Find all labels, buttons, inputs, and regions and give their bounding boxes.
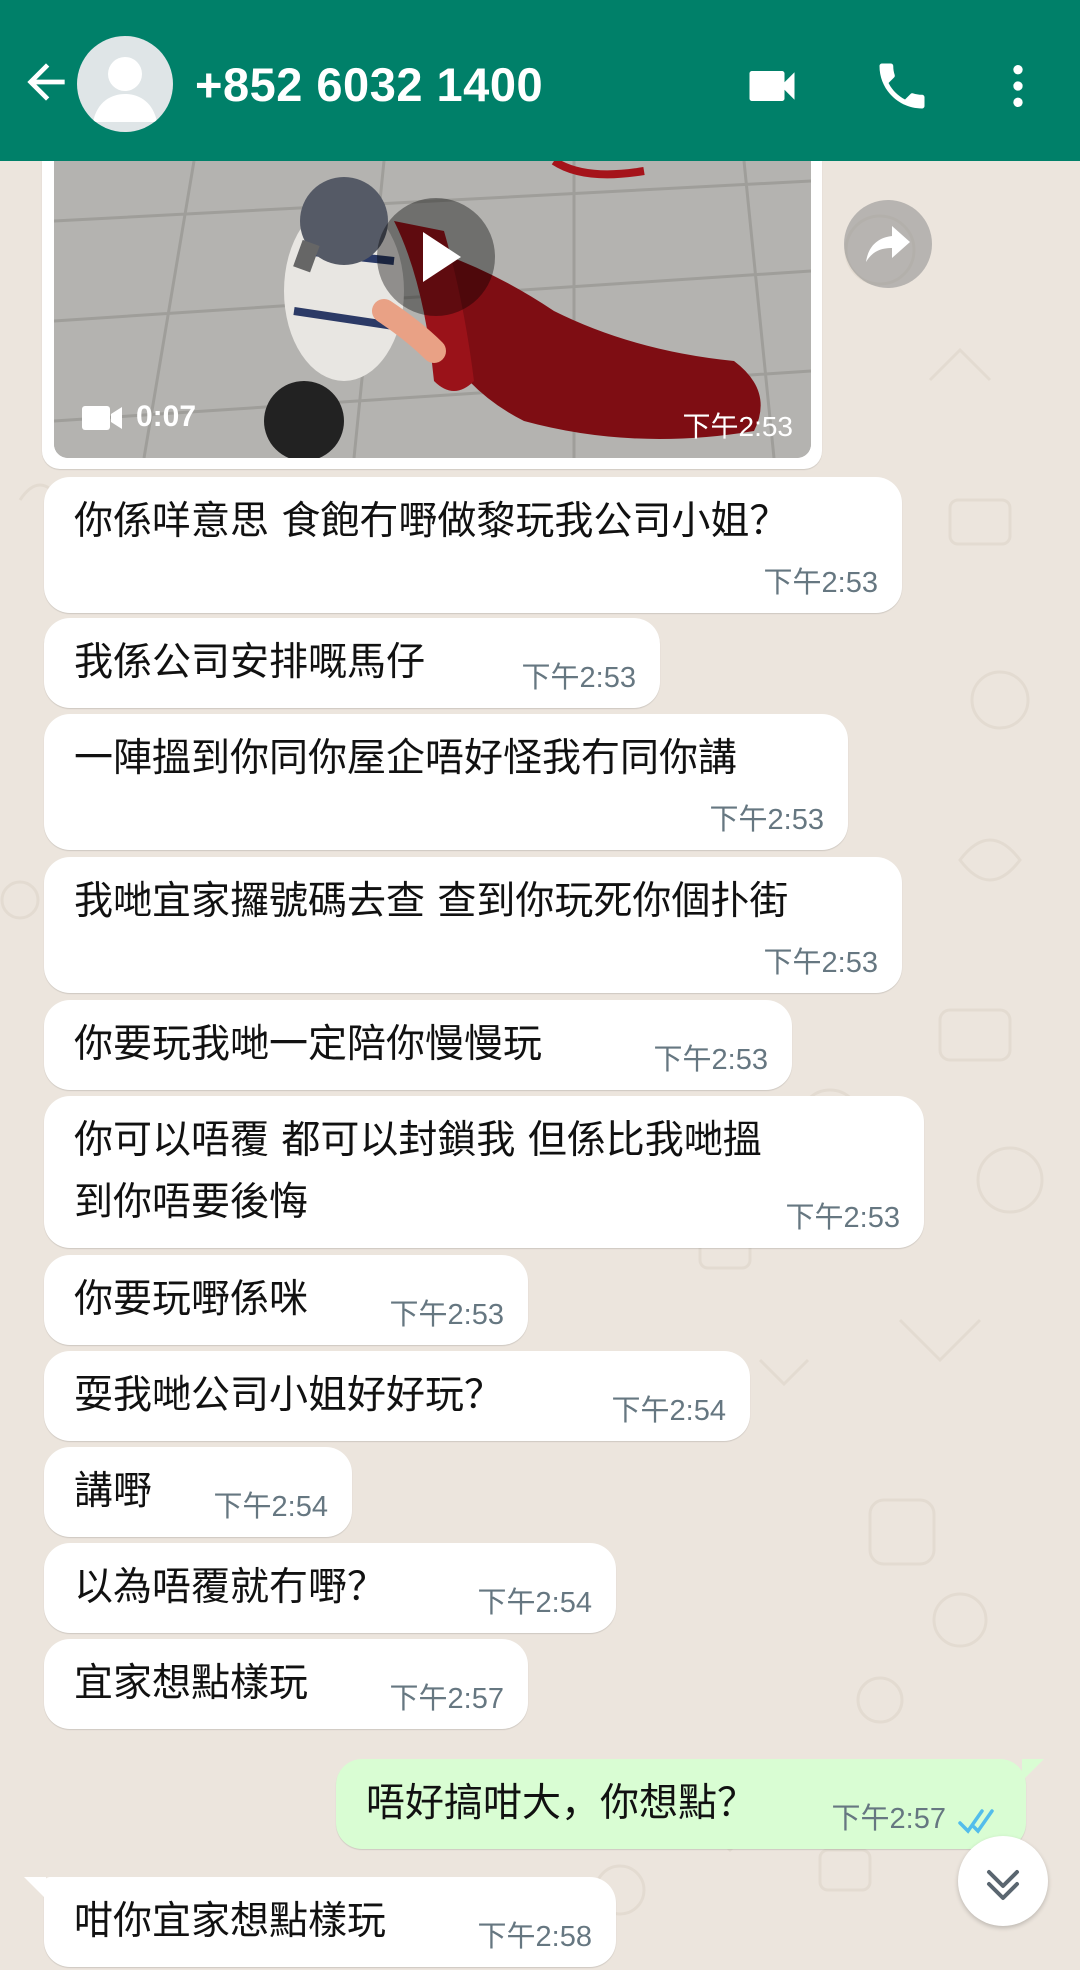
message-text: 你可以唔覆 都可以封鎖我 但係比我哋搵到你唔要後悔 — [74, 1118, 762, 1225]
back-arrow-icon[interactable] — [18, 54, 74, 110]
message-text: 你要玩嘢係咪 — [74, 1277, 309, 1322]
message-time: 下午2:57 — [831, 1803, 946, 1835]
message-time: 下午2:53 — [763, 567, 878, 599]
scroll-down-button[interactable] — [958, 1836, 1048, 1926]
media-timestamp: 下午2:53 — [682, 411, 794, 442]
phone-icon[interactable] — [872, 56, 932, 116]
media-message[interactable]: 0:07 下午2:53 — [42, 161, 822, 469]
message-bubble[interactable]: 你要玩嘢係咪 下午2:53 — [44, 1255, 528, 1345]
message-text: 唔好搞咁大，你想點？ — [366, 1781, 757, 1826]
bubble-tail — [24, 1877, 46, 1899]
message-time: 下午2:54 — [477, 1587, 592, 1619]
message-bubble[interactable]: 咁你宜家想點樣玩 下午2:58 — [44, 1877, 616, 1967]
message-bubble[interactable]: 耍我哋公司小姐好好玩？ 下午2:54 — [44, 1351, 750, 1441]
message-bubble[interactable]: 你要玩我哋一定陪你慢慢玩 下午2:53 — [44, 1000, 792, 1090]
video-duration-text: 0:07 — [136, 400, 197, 433]
play-button[interactable] — [377, 198, 495, 316]
message-bubble[interactable]: 我係公司安排嘅馬仔 下午2:53 — [44, 618, 660, 708]
message-bubble[interactable]: 你可以唔覆 都可以封鎖我 但係比我哋搵到你唔要後悔 下午2:53 — [44, 1096, 924, 1248]
scroll-down-icon — [987, 1870, 1019, 1900]
message-time: 下午2:57 — [389, 1683, 504, 1715]
message-time: 下午2:53 — [653, 1044, 768, 1076]
message-bubble[interactable]: 以為唔覆就冇嘢？ 下午2:54 — [44, 1543, 616, 1633]
play-icon — [423, 232, 461, 282]
message-text: 耍我哋公司小姐好好玩？ — [74, 1373, 504, 1418]
double-check-icon — [958, 1809, 994, 1834]
message-bubble-outgoing[interactable]: 唔好搞咁大，你想點？ 下午2:57 — [336, 1759, 1026, 1849]
chat-header: +852 6032 1400 — [0, 0, 1080, 161]
message-time: 下午2:53 — [785, 1202, 900, 1234]
message-text: 一陣搵到你同你屋企唔好怪我冇同你講 — [74, 736, 738, 781]
message-time: 下午2:53 — [763, 947, 878, 979]
message-time: 下午2:58 — [477, 1921, 592, 1953]
more-vert-icon[interactable] — [990, 56, 1046, 116]
message-bubble[interactable]: 一陣搵到你同你屋企唔好怪我冇同你講 下午2:53 — [44, 714, 848, 850]
bubble-tail — [1022, 1759, 1044, 1781]
message-time: 下午2:54 — [213, 1491, 328, 1523]
message-bubble[interactable]: 我哋宜家攞號碼去查 查到你玩死你個扑街 下午2:53 — [44, 857, 902, 993]
chat-area[interactable]: 0:07 下午2:53 你係咩意思 食飽冇嘢做黎玩我公司小姐？ 下午2:53 我… — [0, 161, 1080, 1970]
message-text: 我哋宜家攞號碼去查 查到你玩死你個扑街 — [74, 879, 789, 924]
forward-button[interactable] — [844, 200, 932, 288]
message-bubble[interactable]: 宜家想點樣玩 下午2:57 — [44, 1639, 528, 1729]
message-bubble[interactable]: 講嘢 下午2:54 — [44, 1447, 352, 1537]
message-time: 下午2:54 — [611, 1395, 726, 1427]
message-text: 講嘢 — [74, 1469, 153, 1514]
forward-icon — [866, 226, 910, 262]
contact-title[interactable]: +852 6032 1400 — [195, 50, 543, 120]
video-call-icon[interactable] — [742, 56, 802, 116]
avatar-icon[interactable] — [77, 36, 173, 132]
message-text: 我係公司安排嘅馬仔 — [74, 640, 426, 685]
video-camera-icon — [82, 404, 122, 432]
message-time: 下午2:53 — [389, 1299, 504, 1331]
message-text: 咁你宜家想點樣玩 — [74, 1899, 387, 1944]
video-thumbnail[interactable]: 0:07 下午2:53 — [54, 161, 811, 458]
message-text: 你要玩我哋一定陪你慢慢玩 — [74, 1022, 543, 1067]
message-text: 以為唔覆就冇嘢？ — [74, 1565, 387, 1610]
message-bubble[interactable]: 你係咩意思 食飽冇嘢做黎玩我公司小姐？ 下午2:53 — [44, 477, 902, 613]
message-time: 下午2:53 — [521, 662, 636, 694]
message-time: 下午2:53 — [709, 804, 824, 836]
video-duration: 0:07 — [82, 397, 196, 437]
message-text: 宜家想點樣玩 — [74, 1661, 309, 1706]
message-text: 你係咩意思 食飽冇嘢做黎玩我公司小姐？ — [74, 499, 789, 544]
